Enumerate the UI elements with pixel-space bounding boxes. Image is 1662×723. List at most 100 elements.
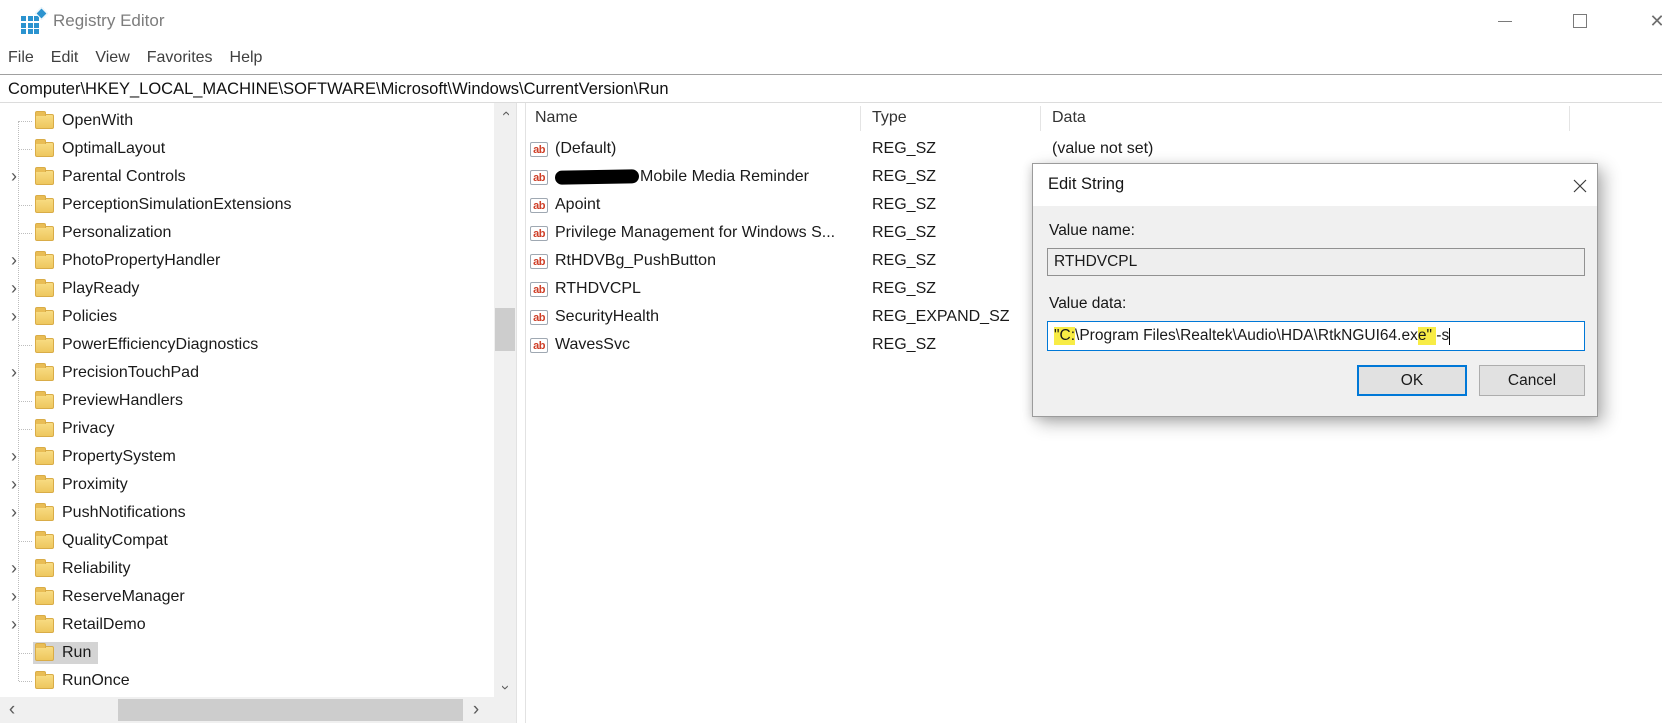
tree-item-run[interactable]: Run (0, 639, 494, 667)
column-header-name[interactable]: Name (535, 109, 578, 127)
menu-file[interactable]: File (8, 49, 43, 67)
tree-item-label: PrecisionTouchPad (62, 364, 199, 381)
ok-button[interactable]: OK (1357, 365, 1467, 396)
tree-item-previewhandlers[interactable]: PreviewHandlers (0, 387, 494, 415)
plain-text: \Program Files\Realtek\Audio\HDA\RtkNGUI… (1075, 327, 1418, 344)
menu-help[interactable]: Help (230, 49, 272, 67)
tree-item-reliability[interactable]: › Reliability (0, 555, 494, 583)
tree-item-label: Parental Controls (62, 168, 186, 185)
cancel-button[interactable]: Cancel (1479, 365, 1585, 396)
scroll-up-arrow-icon[interactable]: › (494, 103, 516, 123)
highlighted-text: "C: (1054, 327, 1076, 345)
column-separator[interactable] (1569, 106, 1570, 131)
tree-item-label: OptimalLayout (62, 140, 166, 157)
tree-item-label: Run (62, 644, 92, 661)
tree-item-perceptionsimulationextensions[interactable]: PerceptionSimulationExtensions (0, 191, 494, 219)
tree-item-privacy[interactable]: Privacy (0, 415, 494, 443)
highlighted-text: e" (1417, 327, 1437, 345)
tree-item-retaildemo[interactable]: › RetailDemo (0, 611, 494, 639)
scroll-left-arrow-icon[interactable]: ‹ (0, 697, 24, 723)
tree-item-label: Proximity (62, 476, 128, 493)
value-name-cell: Apoint (555, 196, 601, 213)
tree-item-reservemanager[interactable]: › ReserveManager (0, 583, 494, 611)
value-name-cell: WavesSvc (555, 336, 630, 353)
menu-favorites[interactable]: Favorites (147, 49, 222, 67)
tree-connector-line (19, 541, 32, 542)
scroll-down-arrow-icon[interactable]: › (494, 677, 516, 697)
value-type-cell: REG_SZ (872, 168, 937, 185)
folder-icon (35, 194, 54, 213)
tree-item-proximity[interactable]: › Proximity (0, 471, 494, 499)
folder-icon (35, 306, 54, 325)
value-data-input[interactable]: "C: \Program Files\Realtek\Audio\HDA\RtkN… (1047, 321, 1585, 351)
tree-item-runonce[interactable]: RunOnce (0, 667, 494, 695)
tree-item-label: PowerEfficiencyDiagnostics (62, 336, 259, 353)
expand-chevron-icon[interactable]: › (11, 306, 17, 327)
tree-item-qualitycompat[interactable]: QualityCompat (0, 527, 494, 555)
tree-connector-line (19, 681, 32, 682)
value-type-cell: REG_EXPAND_SZ (872, 308, 1010, 325)
expand-chevron-icon[interactable]: › (11, 278, 17, 299)
maximize-button[interactable] (1557, 0, 1603, 42)
expand-chevron-icon[interactable]: › (11, 250, 17, 271)
expand-chevron-icon[interactable]: › (11, 558, 17, 579)
expand-chevron-icon[interactable]: › (11, 586, 17, 607)
folder-icon (35, 166, 54, 185)
expand-chevron-icon[interactable]: › (11, 614, 17, 635)
expand-chevron-icon[interactable]: › (11, 166, 17, 187)
tree-connector-line (19, 401, 32, 402)
folder-icon (35, 642, 54, 661)
minimize-button[interactable] (1482, 0, 1528, 42)
tree-item-label: Policies (62, 308, 118, 325)
tree-item-photopropertyhandler[interactable]: › PhotoPropertyHandler (0, 247, 494, 275)
tree-item-label: PushNotifications (62, 504, 186, 521)
tree-item-label: Privacy (62, 420, 115, 437)
tree-item-parental-controls[interactable]: › Parental Controls (0, 163, 494, 191)
column-separator[interactable] (1040, 106, 1041, 131)
string-value-icon: ab (530, 170, 548, 185)
close-icon: ✕ (1649, 10, 1662, 31)
tree-connector-line (19, 345, 32, 346)
tree-item-personalization[interactable]: Personalization (0, 219, 494, 247)
tree-item-propertysystem[interactable]: › PropertySystem (0, 443, 494, 471)
address-bar[interactable]: Computer\HKEY_LOCAL_MACHINE\SOFTWARE\Mic… (0, 76, 1662, 103)
expand-chevron-icon[interactable]: › (11, 362, 17, 383)
menu-view[interactable]: View (95, 49, 138, 67)
vertical-scrollbar-thumb[interactable] (495, 308, 515, 351)
scroll-right-arrow-icon[interactable]: › (464, 697, 488, 723)
tree-item-label: QualityCompat (62, 532, 168, 549)
tree-item-label: RunOnce (62, 672, 130, 689)
tree-item-precisiontouchpad[interactable]: › PrecisionTouchPad (0, 359, 494, 387)
tree-item-powerefficiencydiagnostics[interactable]: PowerEfficiencyDiagnostics (0, 331, 494, 359)
tree-item-optimallayout[interactable]: OptimalLayout (0, 135, 494, 163)
tree-connector-line (19, 149, 32, 150)
value-row-default[interactable]: ab (Default) REG_SZ (value not set) (526, 136, 1662, 164)
pane-splitter[interactable] (516, 103, 526, 723)
value-type-cell: REG_SZ (872, 140, 937, 157)
tree-item-label: PropertySystem (62, 448, 176, 465)
value-name-field[interactable]: RTHDVCPL (1047, 248, 1585, 276)
folder-icon (35, 278, 54, 297)
column-header-type[interactable]: Type (872, 109, 907, 127)
menu-edit[interactable]: Edit (51, 49, 88, 67)
tree-item-label: PerceptionSimulationExtensions (62, 196, 292, 213)
expand-chevron-icon[interactable]: › (11, 446, 17, 467)
tree-item-openwith[interactable]: OpenWith (0, 107, 494, 135)
value-type-cell: REG_SZ (872, 336, 937, 353)
tree-item-pushnotifications[interactable]: › PushNotifications (0, 499, 494, 527)
column-header-data[interactable]: Data (1052, 109, 1086, 127)
expand-chevron-icon[interactable]: › (11, 474, 17, 495)
title-bar: Registry Editor ✕ (0, 0, 1662, 42)
tree-item-label: Reliability (62, 560, 131, 577)
tree-item-playready[interactable]: › PlayReady (0, 275, 494, 303)
expand-chevron-icon[interactable]: › (11, 502, 17, 523)
close-button[interactable]: ✕ (1634, 0, 1662, 42)
registry-path: Computer\HKEY_LOCAL_MACHINE\SOFTWARE\Mic… (8, 79, 669, 98)
horizontal-scrollbar-thumb[interactable] (118, 699, 463, 721)
tree-item-policies[interactable]: › Policies (0, 303, 494, 331)
tree-horizontal-scrollbar[interactable]: ‹ › (0, 697, 494, 723)
dialog-close-button[interactable] (1569, 176, 1591, 196)
column-separator[interactable] (860, 106, 861, 131)
tree-vertical-scrollbar[interactable]: › › (494, 103, 516, 697)
folder-icon (35, 586, 54, 605)
